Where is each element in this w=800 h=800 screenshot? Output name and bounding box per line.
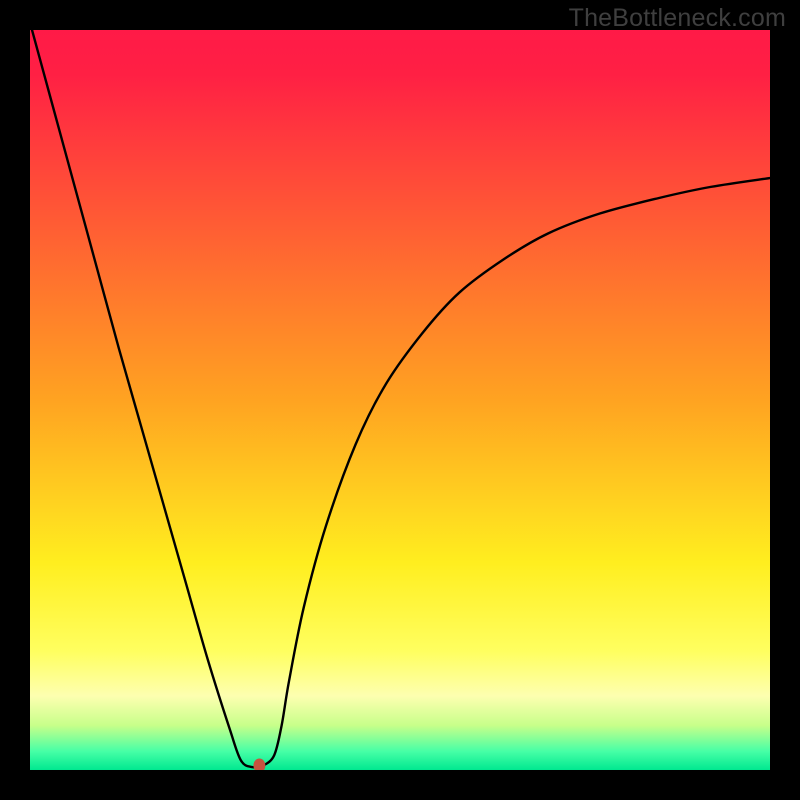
chart-frame: TheBottleneck.com xyxy=(0,0,800,800)
gradient-background xyxy=(30,30,770,770)
plot-area xyxy=(30,30,770,770)
bottleneck-chart xyxy=(30,30,770,770)
watermark-text: TheBottleneck.com xyxy=(569,4,786,33)
